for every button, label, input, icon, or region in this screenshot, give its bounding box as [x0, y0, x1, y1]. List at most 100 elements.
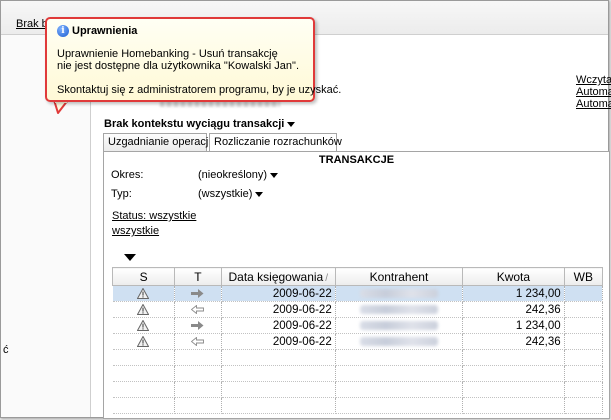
col-header-kontrahent[interactable]: Kontrahent	[334, 267, 464, 286]
wb-cell	[564, 333, 604, 350]
col-header-wb[interactable]: WB	[563, 267, 604, 286]
empty-cell	[564, 397, 604, 414]
wb-cell	[564, 301, 604, 318]
info-icon: i	[57, 25, 69, 38]
kontrahent-cell	[335, 301, 464, 318]
empty-cell	[112, 381, 176, 398]
permission-tooltip: i Uprawnienia Uprawnienie Homebanking - U…	[45, 17, 341, 102]
col-header-date-label: Data księgowania	[228, 269, 324, 284]
tooltip-body: Uprawnienie Homebanking - Usuń transakcj…	[57, 48, 341, 96]
empty-cell	[462, 397, 565, 414]
wb-cell	[564, 317, 604, 334]
empty-cell	[174, 381, 222, 398]
amount-cell: 1 234,00	[462, 285, 565, 302]
table-row[interactable]: 2009-06-22 1 234,00	[112, 317, 604, 334]
kontrahent-cell	[335, 333, 464, 350]
empty-cell	[112, 397, 176, 414]
col-header-t[interactable]: T	[174, 267, 222, 286]
empty-cell	[174, 349, 222, 366]
empty-cell	[564, 349, 604, 366]
type-cell	[174, 333, 222, 350]
tab-uzgadnianie[interactable]: Uzgadnianie operacji	[103, 133, 211, 151]
amount-cell: 1 234,00	[462, 317, 565, 334]
context-title-label: Brak kontekstu wyciągu transakcji	[104, 118, 285, 130]
date-cell: 2009-06-22	[221, 301, 336, 318]
right-link-wczytaj[interactable]: Wczyta	[576, 74, 611, 86]
typ-label: Typ:	[111, 188, 132, 200]
right-link-automat-2[interactable]: Automa	[576, 98, 611, 110]
empty-row	[112, 349, 604, 366]
empty-cell	[335, 397, 464, 414]
date-cell: 2009-06-22	[221, 317, 336, 334]
empty-cell	[221, 365, 336, 382]
empty-cell	[112, 349, 176, 366]
empty-row	[112, 381, 604, 398]
empty-cell	[462, 349, 565, 366]
blurred-kontrahent	[359, 288, 438, 298]
empty-cell	[174, 365, 222, 382]
col-header-kwota[interactable]: Kwota	[462, 267, 565, 286]
empty-cell	[564, 365, 604, 382]
warning-icon	[137, 287, 150, 300]
okres-value: (nieokreślony)	[198, 169, 268, 181]
empty-cell	[221, 381, 336, 398]
tab-rozliczanie[interactable]: Rozliczanie rozrachunków	[209, 133, 342, 152]
type-cell	[174, 285, 222, 302]
status-line-1: Status: wszystkie	[112, 210, 197, 222]
table-row[interactable]: 2009-06-22 242,36	[112, 333, 604, 350]
type-cell	[174, 301, 222, 318]
empty-cell	[462, 381, 565, 398]
amount-cell: 242,36	[462, 333, 565, 350]
warning-icon	[137, 319, 150, 332]
status-filter-link[interactable]: Status: wszystkie wszystkie	[112, 209, 196, 239]
tooltip-title: i Uprawnienia	[57, 25, 138, 38]
okres-label: Okres:	[111, 169, 144, 181]
right-link-automat-1[interactable]: Automa	[576, 86, 611, 98]
col-header-s[interactable]: S	[111, 267, 176, 286]
status-cell	[112, 285, 176, 302]
tooltip-title-text: Uprawnienia	[72, 25, 138, 37]
transactions-table: S T Data księgowania / Kontrahent Kwota W…	[111, 267, 604, 414]
left-panel-text: ć	[3, 344, 9, 356]
empty-cell	[335, 349, 464, 366]
chevron-down-icon	[255, 191, 264, 197]
amount-cell: 242,36	[462, 301, 565, 318]
status-cell	[112, 333, 176, 350]
wb-cell	[564, 285, 604, 302]
typ-dropdown[interactable]: (wszystkie)	[198, 188, 264, 200]
date-cell: 2009-06-22	[221, 285, 336, 302]
table-header: S T Data księgowania / Kontrahent Kwota W…	[111, 267, 604, 286]
table-row[interactable]: 2009-06-22 1 234,00	[112, 285, 604, 302]
empty-cell	[564, 381, 604, 398]
arrow-right-icon	[191, 288, 204, 300]
col-header-date[interactable]: Data księgowania /	[220, 267, 336, 286]
status-cell	[112, 317, 176, 334]
arrow-right-icon	[191, 320, 204, 332]
dropdown-arrow-icon[interactable]	[287, 121, 296, 127]
warning-icon	[137, 335, 150, 348]
table-row[interactable]: 2009-06-22 242,36	[112, 301, 604, 318]
context-title[interactable]: Brak kontekstu wyciągu transakcji	[104, 118, 296, 130]
transactions-panel: TRANSAKCJE Okres: (nieokreślony) Typ: (w…	[103, 151, 610, 419]
empty-cell	[335, 365, 464, 382]
empty-row	[112, 397, 604, 414]
blurred-kontrahent	[359, 336, 438, 346]
empty-cell	[221, 349, 336, 366]
typ-value: (wszystkie)	[198, 188, 253, 200]
status-cell	[112, 301, 176, 318]
blurred-kontrahent	[359, 320, 438, 330]
right-links: Wczyta Automa Automa	[576, 74, 611, 110]
arrow-left-icon	[191, 336, 205, 348]
empty-cell	[112, 365, 176, 382]
chevron-down-icon	[270, 172, 279, 178]
kontrahent-cell	[335, 285, 464, 302]
warning-icon	[137, 303, 150, 316]
empty-cell	[221, 397, 336, 414]
empty-row	[112, 365, 604, 382]
okres-dropdown[interactable]: (nieokreślony)	[198, 169, 279, 181]
blurred-kontrahent	[359, 304, 438, 314]
status-line-2: wszystkie	[112, 225, 160, 237]
date-cell: 2009-06-22	[221, 333, 336, 350]
column-menu-icon[interactable]	[124, 254, 136, 261]
tooltip-line-1: Uprawnienie Homebanking - Usuń transakcj…	[57, 48, 278, 60]
